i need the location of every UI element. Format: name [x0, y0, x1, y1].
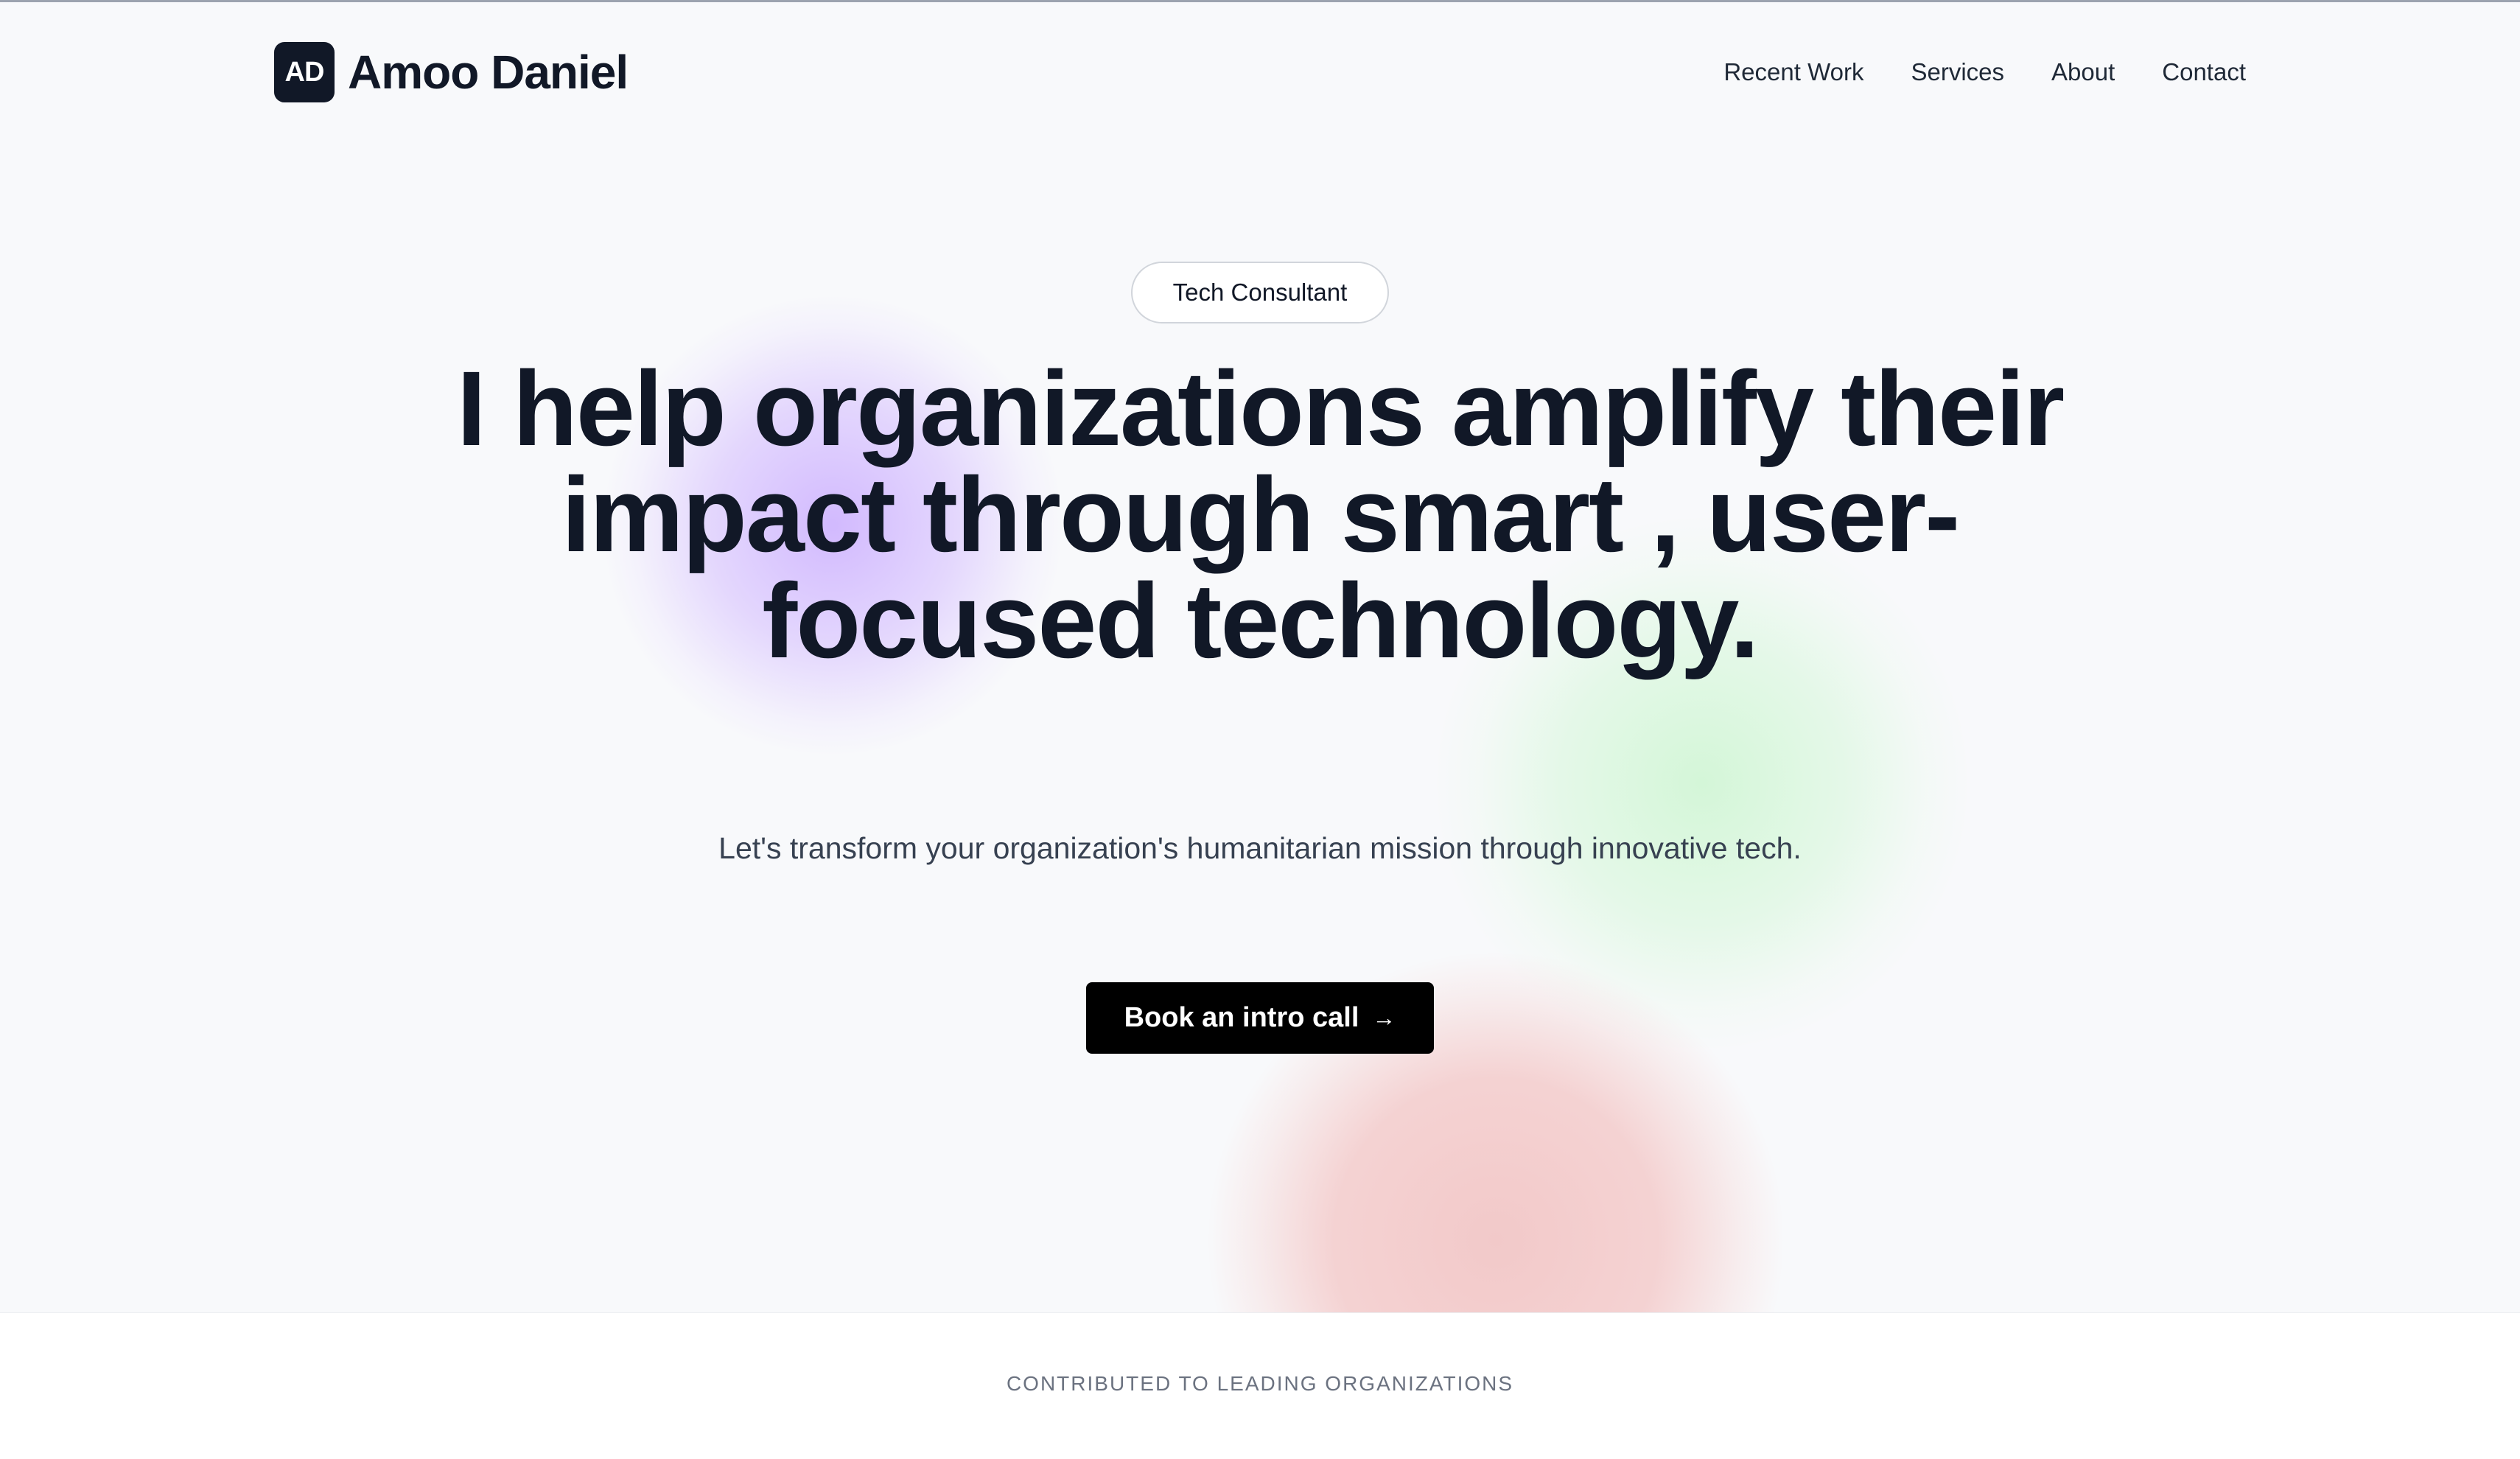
brand-name: Amoo Daniel — [348, 46, 629, 99]
role-badge: Tech Consultant — [1131, 262, 1389, 323]
site-header: AD Amoo Daniel Recent Work Services Abou… — [274, 41, 2246, 103]
hero-section: AD Amoo Daniel Recent Work Services Abou… — [0, 2, 2520, 1312]
arrow-right-icon: → — [1372, 1004, 1396, 1031]
nav-link-recent-work[interactable]: Recent Work — [1723, 58, 1863, 86]
logo-badge: AD — [274, 42, 335, 102]
organizations-section: CONTRIBUTED TO LEADING ORGANIZATIONS — [0, 1312, 2520, 1459]
brand-home-link[interactable]: AD Amoo Daniel — [274, 41, 629, 103]
cta-label: Book an intro call — [1124, 1002, 1359, 1033]
hero-subtext: Let's transform your organization's huma… — [718, 831, 1802, 865]
main-nav: Recent Work Services About Contact — [1723, 41, 2246, 103]
nav-link-about[interactable]: About — [2051, 58, 2115, 86]
nav-link-contact[interactable]: Contact — [2162, 58, 2246, 86]
book-intro-call-button[interactable]: Book an intro call → — [1086, 982, 1434, 1054]
hero-headline: I help organizations amplify their impac… — [456, 349, 2065, 680]
nav-link-services[interactable]: Services — [1911, 58, 2004, 86]
organizations-heading: CONTRIBUTED TO LEADING ORGANIZATIONS — [1006, 1372, 1514, 1395]
